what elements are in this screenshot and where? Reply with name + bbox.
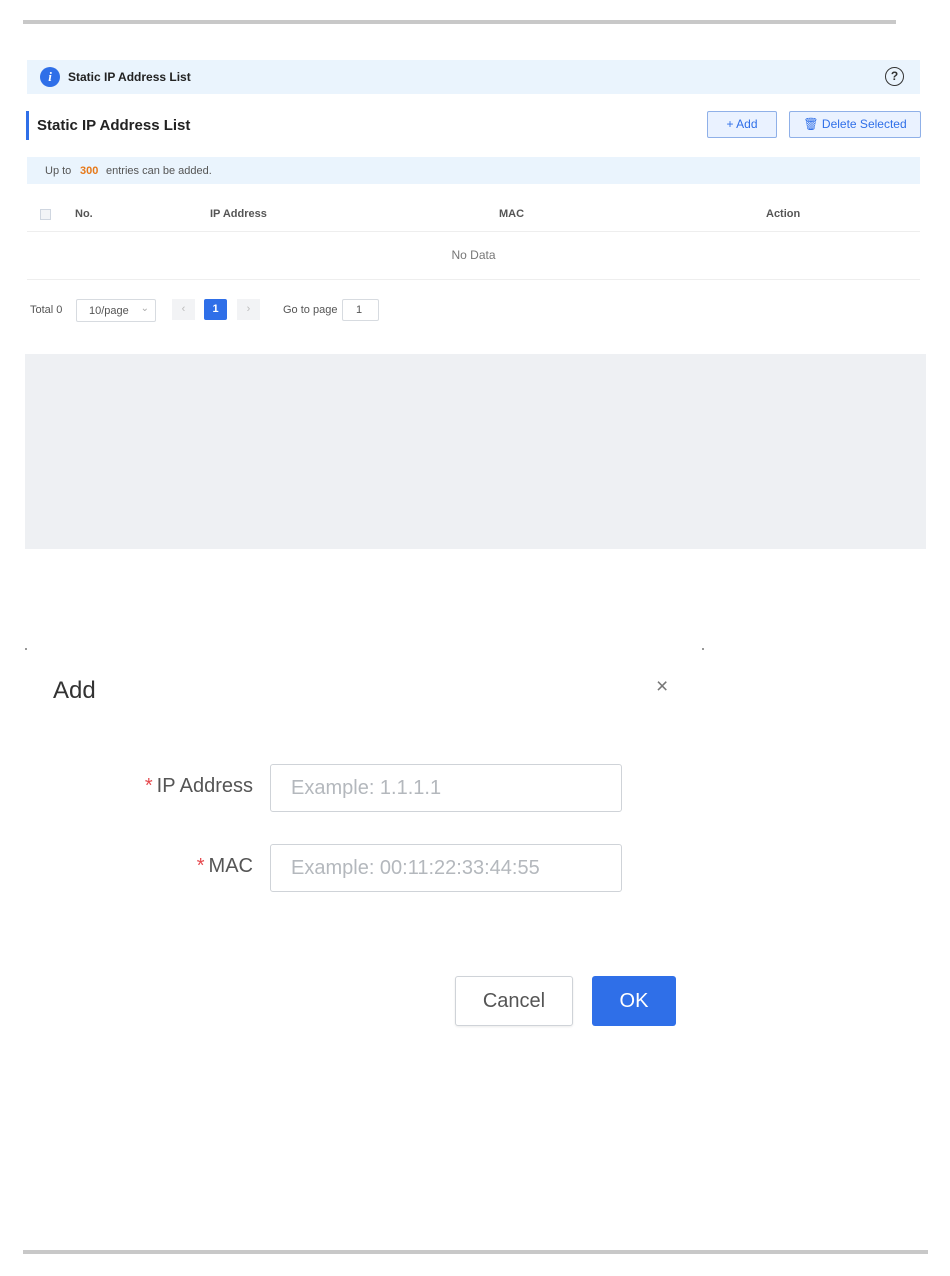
- info-banner: i Static IP Address List ?: [27, 60, 920, 94]
- hint-count: 300: [80, 165, 99, 177]
- banner-title: Static IP Address List: [68, 70, 191, 84]
- mac-label: * MAC: [53, 855, 253, 878]
- empty-table-message: No Data: [27, 232, 920, 280]
- dialog-corner-right: [702, 648, 704, 650]
- hint-prefix: Up to: [45, 165, 72, 177]
- table-header: No. IP Address MAC Action: [27, 199, 920, 232]
- ip-address-input[interactable]: [270, 764, 622, 812]
- goto-page-input[interactable]: 1: [342, 299, 379, 321]
- goto-page-label: Go to page: [283, 304, 338, 316]
- add-button[interactable]: + Add: [707, 111, 777, 138]
- chevron-down-icon: ⌄: [140, 303, 149, 314]
- entry-limit-hint: Up to 300 entries can be added.: [27, 157, 920, 184]
- info-icon: i: [40, 67, 60, 87]
- column-ip-address: IP Address: [210, 208, 267, 220]
- close-icon[interactable]: ×: [656, 676, 668, 697]
- content-background: [25, 354, 926, 549]
- prev-page-button[interactable]: ‹: [172, 299, 195, 320]
- ip-address-label: * IP Address: [53, 775, 253, 798]
- pagination-total: Total 0: [30, 304, 63, 316]
- column-mac: MAC: [499, 208, 525, 220]
- delete-selected-button[interactable]: 🗑 Delete Selected: [789, 111, 921, 138]
- column-action: Action: [766, 208, 801, 220]
- cancel-button[interactable]: Cancel: [455, 976, 573, 1026]
- next-page-button[interactable]: ›: [237, 299, 260, 320]
- required-marker: *: [144, 775, 153, 797]
- required-marker: *: [196, 855, 205, 877]
- select-all-checkbox[interactable]: [40, 209, 51, 220]
- page-size-value: 10/page: [89, 305, 129, 317]
- bottom-divider: [23, 1250, 928, 1254]
- section-title: Static IP Address List: [37, 117, 191, 134]
- column-no: No.: [75, 208, 93, 220]
- hint-suffix: entries can be added.: [106, 165, 212, 177]
- current-page-button[interactable]: 1: [204, 299, 227, 320]
- section-accent-bar: [26, 111, 29, 140]
- mac-input[interactable]: [270, 844, 622, 892]
- mac-label-text: MAC: [208, 855, 253, 877]
- ok-button[interactable]: OK: [592, 976, 676, 1026]
- dialog-title: Add: [53, 677, 96, 704]
- top-divider: [23, 20, 896, 24]
- dialog-corner-left: [25, 648, 27, 650]
- help-icon[interactable]: ?: [885, 67, 904, 86]
- page-size-select[interactable]: 10/page ⌄: [76, 299, 156, 322]
- ip-address-label-text: IP Address: [156, 775, 253, 797]
